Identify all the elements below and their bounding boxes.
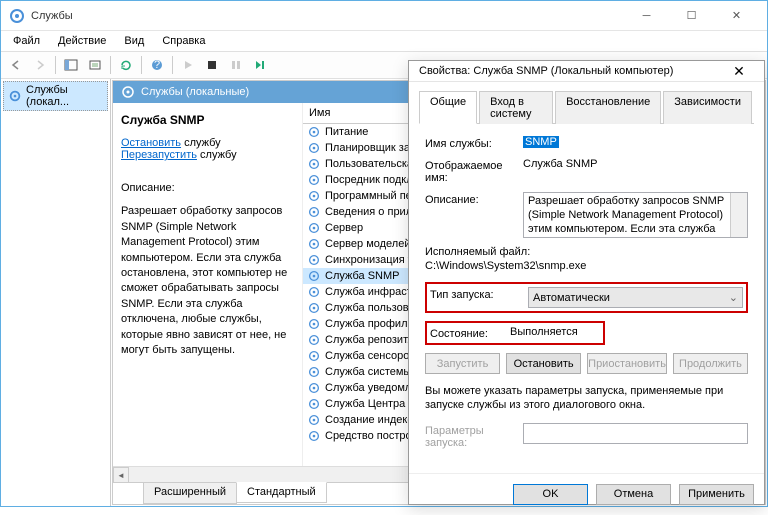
gear-icon (121, 85, 135, 99)
stop-link[interactable]: Остановить (121, 137, 181, 149)
detail-panel: Служба SNMP Остановить службу Перезапуст… (113, 103, 303, 466)
startup-highlight: Тип запуска: Автоматически (425, 282, 748, 313)
service-name-label: Имя службы: (425, 136, 523, 150)
description-textbox[interactable]: Разрешает обработку запросов SNMP (Simpl… (523, 192, 748, 238)
restart-link[interactable]: Перезапустить (121, 149, 197, 161)
desc-label: Описание: (121, 181, 294, 196)
refresh-button[interactable] (115, 54, 137, 76)
titlebar: Службы ─ ☐ ✕ (1, 1, 767, 31)
services-icon (9, 8, 25, 24)
exec-value: C:\Windows\System32\snmp.exe (425, 260, 748, 272)
tab-recovery[interactable]: Восстановление (555, 91, 661, 124)
display-name-label: Отображаемое имя: (425, 158, 523, 184)
apply-button[interactable]: Применить (679, 484, 754, 505)
cancel-button[interactable]: Отмена (596, 484, 671, 505)
dialog-footer: OK Отмена Применить (409, 473, 764, 515)
startup-label: Тип запуска: (430, 287, 528, 301)
dialog-close-button[interactable]: ✕ (724, 61, 754, 81)
exec-label: Исполняемый файл: (425, 246, 748, 258)
control-buttons: Запустить Остановить Приостановить Продо… (425, 353, 748, 374)
tab-dependencies[interactable]: Зависимости (663, 91, 752, 124)
state-label: Состояние: (430, 326, 510, 340)
menu-action[interactable]: Действие (50, 33, 114, 49)
resume-button[interactable]: Продолжить (673, 353, 748, 374)
tab-logon[interactable]: Вход в систему (479, 91, 553, 124)
menu-file[interactable]: Файл (5, 33, 48, 49)
startup-combo[interactable]: Автоматически (528, 287, 743, 308)
menu-view[interactable]: Вид (116, 33, 152, 49)
back-button[interactable] (5, 54, 27, 76)
maximize-button[interactable]: ☐ (669, 1, 714, 30)
menubar: Файл Действие Вид Справка (1, 31, 767, 51)
tab-general[interactable]: Общие (419, 91, 477, 124)
tree-root-label: Службы (локал... (26, 84, 103, 108)
help-button[interactable]: ? (146, 54, 168, 76)
desc-text: Разрешает обработку запросов SNMP (Simpl… (121, 204, 294, 358)
scroll-left-button[interactable]: ◄ (113, 467, 129, 483)
svg-text:?: ? (154, 59, 160, 71)
tree-pane: Службы (локал... (1, 79, 111, 506)
state-value: Выполняется (510, 326, 600, 338)
show-hide-button[interactable] (60, 54, 82, 76)
state-highlight: Состояние: Выполняется (425, 321, 605, 345)
pause-button[interactable] (225, 54, 247, 76)
export-button[interactable] (84, 54, 106, 76)
restart-button[interactable] (249, 54, 271, 76)
tab-standard[interactable]: Стандартный (236, 482, 327, 503)
ok-button[interactable]: OK (513, 484, 588, 505)
params-label: Параметры запуска: (425, 423, 523, 449)
play-button[interactable] (177, 54, 199, 76)
params-input (523, 423, 748, 444)
pane-title: Службы (локальные) (141, 86, 249, 98)
forward-button[interactable] (29, 54, 51, 76)
stop-button[interactable] (201, 54, 223, 76)
service-name-value: SNMP (523, 136, 559, 148)
tab-extended[interactable]: Расширенный (143, 483, 237, 504)
params-hint: Вы можете указать параметры запуска, при… (425, 384, 748, 413)
pause-button[interactable]: Приостановить (587, 353, 667, 374)
window-title: Службы (31, 10, 624, 22)
display-name-value: Служба SNMP (523, 158, 748, 170)
start-button[interactable]: Запустить (425, 353, 500, 374)
tree-root[interactable]: Службы (локал... (3, 81, 108, 111)
close-button[interactable]: ✕ (714, 1, 759, 30)
description-label: Описание: (425, 192, 523, 206)
dialog-titlebar: Свойства: Служба SNMP (Локальный компьют… (409, 61, 764, 82)
window-controls: ─ ☐ ✕ (624, 1, 759, 30)
dialog-title: Свойства: Служба SNMP (Локальный компьют… (419, 65, 724, 77)
gear-icon (8, 89, 22, 103)
selected-service-title: Служба SNMP (121, 113, 294, 127)
properties-dialog: Свойства: Служба SNMP (Локальный компьют… (408, 60, 765, 505)
dialog-tabs: Общие Вход в систему Восстановление Зави… (419, 90, 754, 124)
stop-button[interactable]: Остановить (506, 353, 581, 374)
minimize-button[interactable]: ─ (624, 1, 669, 30)
menu-help[interactable]: Справка (154, 33, 213, 49)
